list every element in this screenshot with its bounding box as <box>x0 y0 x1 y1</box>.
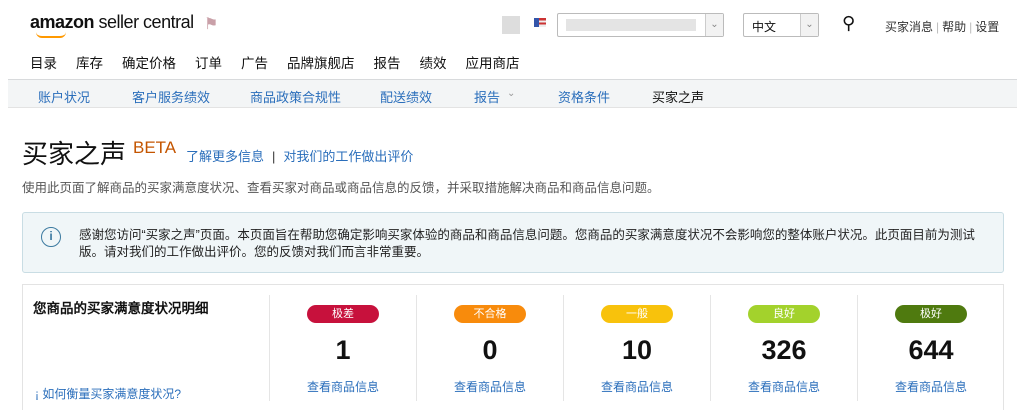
page-description: 使用此页面了解商品的买家满意度状况、查看买家对商品或商品信息的反馈，并采取措施解… <box>22 181 660 195</box>
info-icon: i <box>41 227 61 247</box>
rating-badge: 极好 <box>895 305 967 323</box>
subnav-policy-compliance[interactable]: 商品政策合规性 <box>250 87 341 106</box>
nav-reports[interactable]: 报告 <box>374 52 401 72</box>
buyer-messages-link[interactable]: 买家消息 <box>885 20 933 34</box>
subnav-voice-of-customer[interactable]: 买家之声 <box>652 87 704 106</box>
rating-badge: 一般 <box>601 305 673 323</box>
top-links: 买家消息 | 帮助 | 设置 <box>885 20 1000 34</box>
rating-count: 0 <box>482 335 498 365</box>
logo-product: seller central <box>98 12 195 32</box>
separator: | <box>272 149 276 164</box>
how-measured-link[interactable]: ¡ 如何衡量买家满意度状况? <box>35 385 181 402</box>
rating-badge: 不合格 <box>454 305 526 323</box>
view-listings-link[interactable]: 查看商品信息 <box>858 378 1004 395</box>
language-value: 中文 <box>752 20 777 34</box>
rating-column-fair: 一般 10 查看商品信息 <box>563 295 710 401</box>
info-banner: i 感谢您访问“买家之声”页面。本页面旨在帮助您确定影响买家体验的商品和商品信息… <box>22 212 1004 273</box>
main-nav: 目录 库存 确定价格 订单 广告 品牌旗舰店 报告 绩效 应用商店 <box>30 52 520 72</box>
us-flag-icon <box>534 18 546 27</box>
rating-count: 1 <box>335 335 351 365</box>
page-title: 买家之声 <box>22 139 127 169</box>
chevron-down-icon: ⌄ <box>800 14 818 36</box>
marketplace-select[interactable]: ⌄ <box>557 13 724 37</box>
info-text: 感谢您访问“买家之声”页面。本页面旨在帮助您确定影响买家体验的商品和商品信息问题… <box>79 228 975 259</box>
rating-column-good: 良好 326 查看商品信息 <box>710 295 857 401</box>
nav-advertising[interactable]: 广告 <box>241 52 268 72</box>
rating-badge: 良好 <box>748 305 820 323</box>
settings-link[interactable]: 设置 <box>975 20 999 34</box>
help-link[interactable]: 帮助 <box>942 20 966 34</box>
amazon-smile-icon <box>36 32 66 38</box>
subnav-account-health[interactable]: 账户状况 <box>38 87 90 106</box>
chevron-down-icon: ⌄ <box>507 88 516 99</box>
satisfaction-summary-card: 您商品的买家满意度状况明细 ¡ 如何衡量买家满意度状况? 极差 1 查看商品信息… <box>22 284 1004 410</box>
title-links: 了解更多信息 | 对我们的工作做出评价 <box>186 146 413 165</box>
rating-column-poor: 不合格 0 查看商品信息 <box>416 295 563 401</box>
rating-column-very-poor: 极差 1 查看商品信息 <box>269 295 416 401</box>
rating-count: 326 <box>761 335 807 365</box>
nav-inventory[interactable]: 库存 <box>76 52 103 72</box>
search-icon[interactable]: ⚲ <box>842 13 855 34</box>
logo-brand: amazon <box>30 12 95 32</box>
amazon-seller-central-logo[interactable]: amazon seller central <box>30 12 194 33</box>
view-listings-link[interactable]: 查看商品信息 <box>564 378 710 395</box>
chevron-down-icon: ⌄ <box>705 14 723 36</box>
subnav-eligibility[interactable]: 资格条件 <box>558 87 610 106</box>
nav-catalog[interactable]: 目录 <box>30 52 57 72</box>
nav-appstore[interactable]: 应用商店 <box>466 52 520 72</box>
nav-performance[interactable]: 绩效 <box>420 52 447 72</box>
blurred-avatar <box>502 16 520 34</box>
rating-badge: 极差 <box>307 305 379 323</box>
learn-more-link[interactable]: 了解更多信息 <box>186 149 264 164</box>
beta-label: BETA <box>133 138 177 157</box>
summary-title: 您商品的买家满意度状况明细 <box>33 301 209 316</box>
view-listings-link[interactable]: 查看商品信息 <box>270 378 416 395</box>
how-measured-text: 如何衡量买家满意度状况? <box>42 387 182 401</box>
view-listings-link[interactable]: 查看商品信息 <box>711 378 857 395</box>
language-select[interactable]: 中文 ⌄ <box>743 13 819 37</box>
subnav-shipping[interactable]: 配送绩效 <box>380 87 432 106</box>
subnav-customer-service[interactable]: 客户服务绩效 <box>132 87 210 106</box>
rate-us-link[interactable]: 对我们的工作做出评价 <box>283 149 413 164</box>
nav-orders[interactable]: 订单 <box>195 52 222 72</box>
rating-column-excellent: 极好 644 查看商品信息 <box>857 295 1004 401</box>
nav-pricing[interactable]: 确定价格 <box>122 52 176 72</box>
blurred-account-name <box>566 19 696 31</box>
sub-nav: 账户状况 客户服务绩效 商品政策合规性 配送绩效 报告 ⌄ 资格条件 买家之声 <box>8 79 1017 108</box>
rating-count: 10 <box>621 335 653 365</box>
subnav-reports[interactable]: 报告 <box>474 87 500 106</box>
flag-icon[interactable]: ⚑ <box>204 14 218 34</box>
view-listings-link[interactable]: 查看商品信息 <box>417 378 563 395</box>
nav-stores[interactable]: 品牌旗舰店 <box>287 52 355 72</box>
rating-count: 644 <box>908 335 954 365</box>
